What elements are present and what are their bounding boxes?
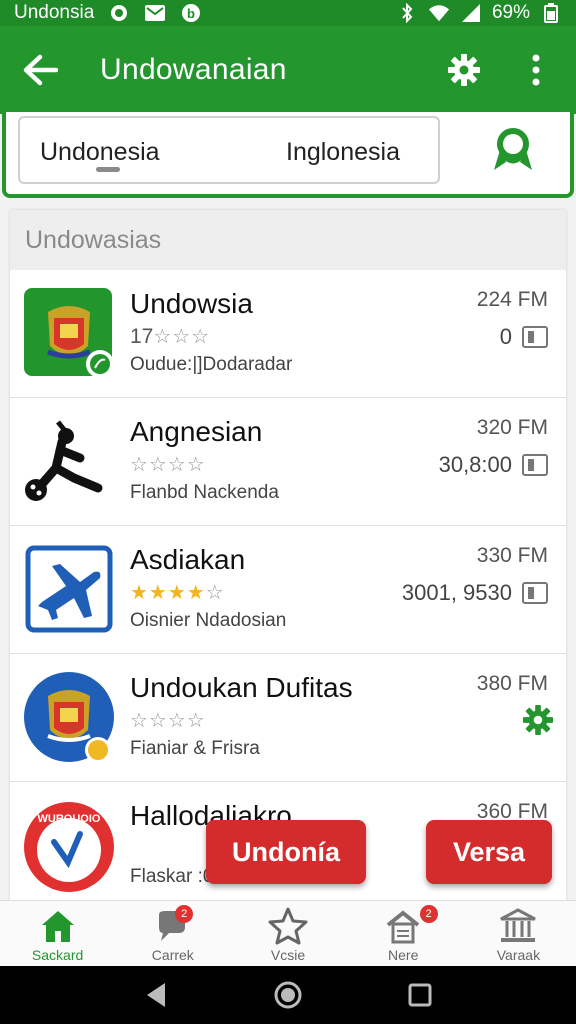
carrier-text: Undonsia — [14, 2, 95, 23]
nav-item-chat[interactable]: 2 Carrek — [115, 901, 230, 966]
rating-stars: ★★★★☆ — [130, 582, 225, 604]
recents-square-icon[interactable] — [400, 975, 440, 1015]
house-alert-icon — [386, 910, 420, 944]
back-triangle-icon[interactable] — [136, 975, 176, 1015]
drag-handle[interactable] — [96, 167, 120, 172]
list-header: Undowasias — [10, 210, 566, 270]
nav-label: Vcsie — [270, 947, 306, 963]
target-language[interactable]: Inglonesia — [286, 138, 400, 167]
settings-gear-icon[interactable] — [442, 48, 486, 92]
battery-text: 69% — [491, 2, 530, 23]
coat-of-arms-icon — [22, 286, 116, 380]
rating-stars: ☆☆☆☆ — [130, 710, 206, 732]
item-name: Undoukan Dufitas — [130, 672, 353, 703]
nav-label: Nere — [388, 947, 419, 963]
bottom-navigation: Sackard 2 Carrek Vcsie 2 Nere Varaak — [0, 900, 576, 966]
wifi-icon — [428, 3, 450, 23]
item-time: 380 FM — [476, 672, 548, 695]
list-item[interactable]: Asdiakan ★★★★☆ Oisnier Ndadosian 330 FM … — [10, 526, 566, 654]
item-count: 3001, 9530 — [402, 580, 548, 606]
notification-badge: 2 — [419, 905, 438, 923]
athlete-icon — [22, 414, 116, 508]
item-count: 0 — [500, 324, 548, 350]
nav-label: Carrek — [151, 947, 194, 963]
b-app-icon: b — [180, 3, 202, 23]
item-time: 330 FM — [476, 544, 548, 567]
nav-item-bank[interactable]: Varaak — [461, 901, 576, 966]
nav-item-star[interactable]: Vcsie — [230, 901, 345, 966]
language-selector[interactable]: Undonesia Inglonesia — [18, 116, 440, 184]
item-time: 320 FM — [476, 416, 548, 439]
item-count: 30,8:00 — [439, 452, 548, 478]
app-bar: Undowanaian — [0, 26, 576, 114]
airplane-icon — [22, 542, 116, 636]
app-title: Undowanaian — [100, 53, 287, 86]
undonia-button[interactable]: Undonía — [206, 820, 366, 884]
count-box-icon — [522, 326, 548, 348]
whatsapp-icon — [108, 3, 130, 23]
item-subtitle: Flanbd Nackenda — [130, 482, 279, 503]
rating-stars: 17☆☆☆ — [130, 325, 211, 348]
battery-icon — [540, 3, 562, 23]
rating-stars: ☆☆☆☆ — [130, 454, 206, 476]
status-bar: Undonsia b 69% — [0, 0, 576, 26]
check-badge-icon: WUROUOIO — [22, 800, 116, 894]
item-name: Angnesian — [130, 416, 263, 447]
list-item[interactable]: Angnesian ☆☆☆☆ Flanbd Nackenda 320 FM 30… — [10, 398, 566, 526]
item-subtitle: Flaskar :0 — [130, 866, 214, 887]
nav-label: Sackard — [31, 947, 84, 963]
system-navigation — [0, 966, 576, 1024]
bluetooth-icon — [396, 3, 418, 23]
list-item[interactable]: Undowsia 17☆☆☆ Oudue:|]Dodaradar 224 FM … — [10, 270, 566, 398]
svg-text:b: b — [187, 6, 195, 21]
settings-gear-icon[interactable] — [522, 704, 554, 736]
count-box-icon — [522, 582, 548, 604]
item-subtitle: Oisnier Ndadosian — [130, 610, 287, 631]
conversation-list: Undowasias Undowsia 17☆☆☆ Oudue:|]Dodara… — [10, 210, 566, 900]
coat-of-arms-round-icon — [22, 670, 116, 764]
item-name: Undowsia — [130, 288, 253, 319]
versa-button[interactable]: Versa — [426, 820, 552, 884]
item-subtitle: Oudue:|]Dodaradar — [130, 354, 293, 375]
list-item[interactable]: Undoukan Dufitas ☆☆☆☆ Fianiar & Frisra 3… — [10, 654, 566, 782]
nav-item-house[interactable]: 2 Nere — [346, 901, 461, 966]
mail-icon — [144, 3, 166, 23]
home-circle-icon[interactable] — [268, 975, 308, 1015]
nav-item-home[interactable]: Sackard — [0, 901, 115, 966]
item-time: 224 FM — [476, 288, 548, 311]
bank-icon — [500, 908, 537, 942]
item-name: Asdiakan — [130, 544, 246, 575]
count-box-icon — [522, 454, 548, 476]
star-icon — [268, 907, 308, 945]
home-icon — [41, 911, 74, 942]
badge-text: WUROUOIO — [38, 813, 101, 825]
language-panel: Undonesia Inglonesia — [2, 112, 574, 198]
item-subtitle: Fianiar & Frisra — [130, 738, 260, 759]
map-pin-icon[interactable] — [490, 126, 536, 174]
signal-icon — [460, 3, 482, 23]
more-vertical-icon[interactable] — [514, 48, 558, 92]
source-language[interactable]: Undonesia — [40, 138, 160, 167]
nav-label: Varaak — [496, 947, 541, 963]
back-arrow-icon[interactable] — [18, 48, 62, 92]
